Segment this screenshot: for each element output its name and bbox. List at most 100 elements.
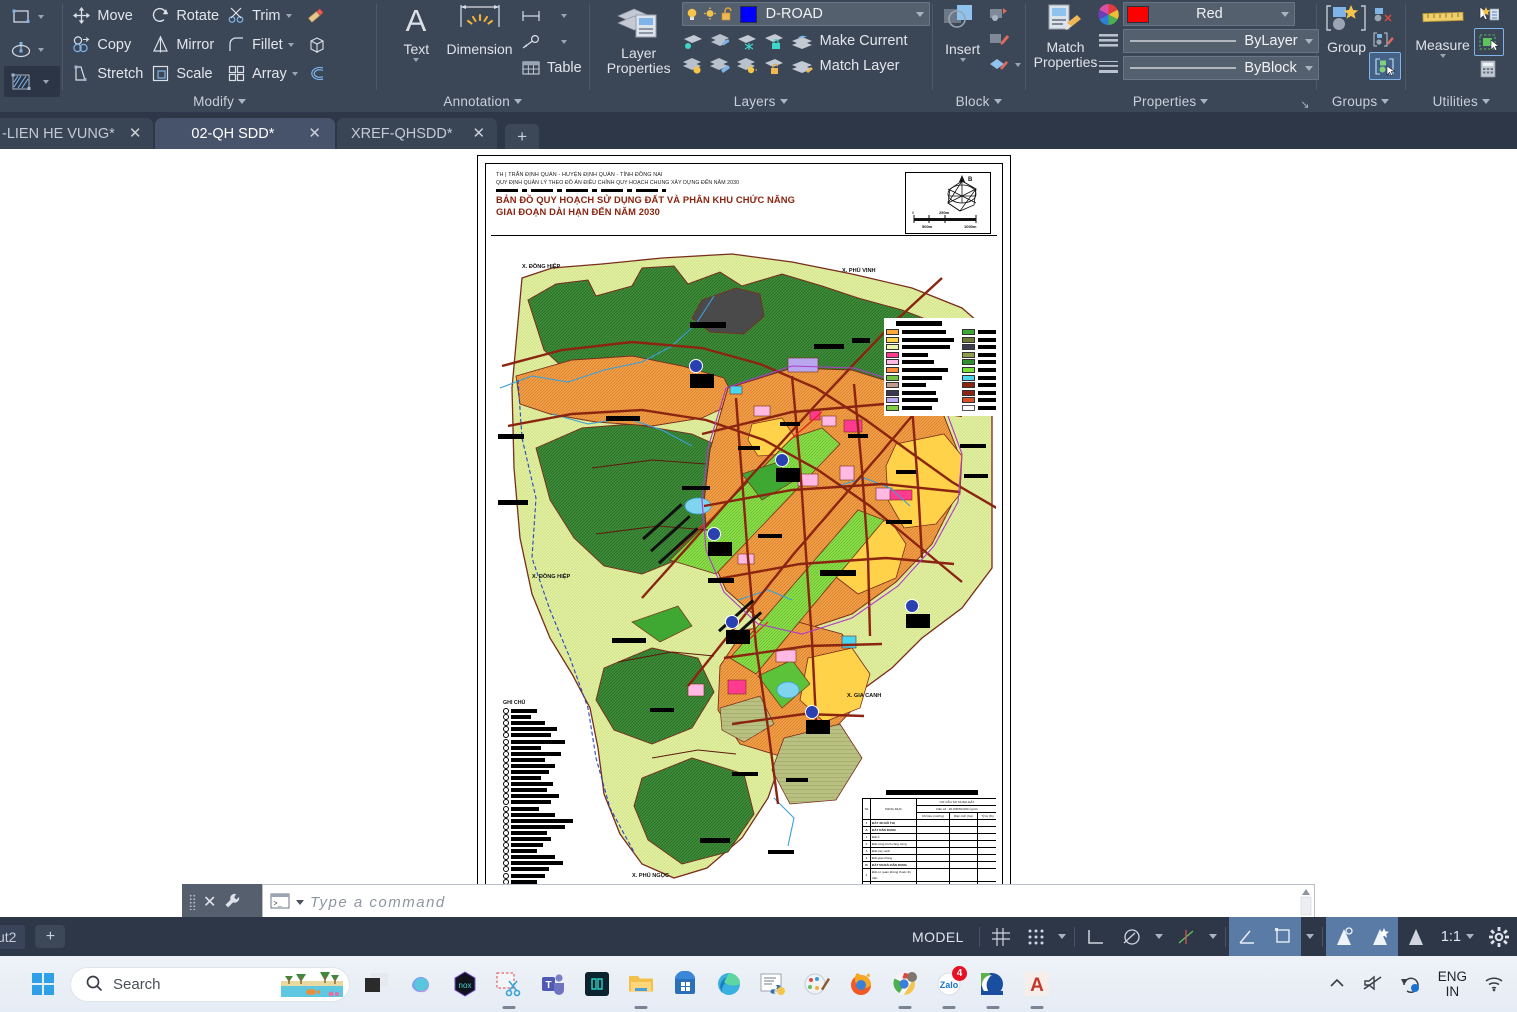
polar-settings-dropdown[interactable]	[1150, 917, 1168, 956]
chevron-down-icon[interactable]	[43, 79, 49, 84]
linetype-icon[interactable]	[1097, 30, 1119, 52]
layer-properties-button[interactable]: Layer Properties	[600, 1, 678, 76]
task-view-icon[interactable]	[360, 967, 394, 1001]
object-snap-toggle[interactable]	[1228, 917, 1265, 956]
object-color-dropdown[interactable]: Red	[1123, 2, 1296, 26]
chevron-down-icon[interactable]	[779, 99, 788, 104]
close-icon[interactable]: ✕	[203, 892, 216, 912]
define-attribute-button[interactable]	[985, 52, 1024, 77]
panel-title-groups[interactable]: Groups	[1321, 91, 1401, 112]
rectangle-tool[interactable]	[0, 0, 62, 33]
panel-title-utilities[interactable]: Utilities	[1410, 91, 1513, 112]
move-button[interactable]: Move	[67, 1, 146, 30]
new-layout-button[interactable]: +	[35, 925, 66, 948]
layer-color-swatch[interactable]	[739, 5, 757, 23]
make-current-label[interactable]: Make Current	[820, 33, 908, 49]
lineweight-dropdown[interactable]	[1301, 917, 1319, 956]
scale-button[interactable]: Scale	[146, 59, 222, 88]
chevron-down-icon[interactable]	[38, 14, 44, 19]
language-indicator[interactable]: ENG IN	[1438, 969, 1467, 999]
match-properties-button[interactable]: Match Properties	[1034, 1, 1097, 70]
erase-button[interactable]	[303, 1, 331, 30]
console-icon[interactable]: >_	[270, 893, 290, 912]
chevron-down-icon[interactable]	[1276, 11, 1294, 17]
trim-button[interactable]: Trim	[222, 1, 301, 30]
microsoft-teams-icon[interactable]: T	[536, 967, 570, 1001]
sync-icon[interactable]	[1400, 973, 1422, 996]
create-block-button[interactable]	[985, 2, 1024, 27]
layer-lock-icon[interactable]	[763, 30, 785, 52]
edit-block-button[interactable]	[985, 27, 1024, 52]
lineweight-toggle[interactable]	[1264, 917, 1301, 956]
table-button[interactable]: Table	[517, 55, 585, 81]
text-button[interactable]: A Text	[391, 1, 442, 62]
snipping-tool-icon[interactable]	[492, 967, 526, 1009]
microsoft-edge-icon[interactable]	[712, 967, 746, 1001]
microsoft-store-icon[interactable]	[668, 967, 702, 1001]
match-layer-icon[interactable]	[790, 55, 815, 77]
annotation-scale-toggle[interactable]	[1398, 917, 1434, 956]
dimension-button[interactable]: Dimension	[442, 1, 517, 56]
layer-unlock-icon[interactable]	[719, 3, 737, 25]
windows-start-icon[interactable]	[26, 967, 60, 1001]
layer-thaw-icon[interactable]	[701, 3, 719, 25]
panel-title-annotation[interactable]: Annotation	[381, 91, 585, 112]
command-line-grip[interactable]: ✕	[182, 884, 262, 920]
match-layer-label[interactable]: Match Layer	[820, 58, 900, 74]
linear-dimension-button[interactable]	[517, 3, 585, 29]
chevron-down-icon[interactable]	[993, 99, 1002, 104]
chrome-icon[interactable]	[888, 967, 922, 1009]
chevron-up-icon[interactable]	[1328, 976, 1346, 993]
layer-thaw-all-icon[interactable]	[709, 55, 731, 77]
nox-player-icon[interactable]: nox	[448, 967, 482, 1001]
insert-button[interactable]: Insert	[941, 1, 985, 62]
command-scrollbar[interactable]	[1300, 887, 1312, 917]
group-edit-button[interactable]	[1369, 27, 1401, 52]
app-icon[interactable]	[580, 967, 614, 1001]
panel-title-block[interactable]: Block	[937, 91, 1021, 112]
annotation-visibility-toggle[interactable]	[1325, 917, 1362, 956]
chevron-down-icon[interactable]	[1381, 99, 1390, 104]
chevron-down-icon[interactable]	[291, 71, 298, 76]
osnap-settings-dropdown[interactable]	[1204, 917, 1222, 956]
object-color-swatch[interactable]	[1127, 5, 1150, 23]
rotate-button[interactable]: Rotate	[146, 1, 222, 30]
copy-button[interactable]: Copy	[67, 30, 146, 59]
offset-button[interactable]	[303, 59, 331, 88]
object-snap-tracking-toggle[interactable]	[1168, 917, 1204, 956]
drawing-canvas[interactable]: TH | TRẤN ĐỊNH QUÁN - HUYỆN ĐỊNH QUÁN - …	[0, 149, 1517, 917]
grid-display-toggle[interactable]	[983, 917, 1019, 956]
copilot-icon[interactable]	[404, 967, 438, 1001]
zalo-icon[interactable]: Zalo 4	[932, 966, 967, 1009]
snap-mode-toggle[interactable]	[1019, 917, 1053, 956]
measure-button[interactable]: Measure	[1412, 1, 1474, 58]
drawing-tab-02-qh-sdd[interactable]: 02-QH SDD* ✕	[155, 118, 335, 149]
snap-settings-dropdown[interactable]	[1053, 917, 1071, 956]
array-button[interactable]: Array	[222, 59, 301, 88]
quick-select-button[interactable]	[1474, 2, 1504, 28]
chevron-down-icon[interactable]	[285, 13, 292, 18]
chevron-down-icon[interactable]	[1200, 99, 1209, 104]
chevron-down-icon[interactable]	[296, 899, 304, 905]
wrench-icon[interactable]	[223, 892, 241, 913]
group-button[interactable]: Group	[1325, 1, 1369, 54]
chevron-down-icon[interactable]	[1439, 54, 1446, 58]
chevron-down-icon[interactable]	[1481, 99, 1490, 104]
drawing-tab-xref-qhsdd[interactable]: XREF-QHSDD* ✕	[336, 118, 498, 149]
chevron-down-icon[interactable]	[911, 11, 929, 17]
make-current-icon[interactable]	[790, 30, 815, 52]
chevron-down-icon[interactable]	[561, 14, 568, 18]
layer-unisolate-icon[interactable]	[736, 55, 758, 77]
polar-tracking-toggle[interactable]	[1114, 917, 1150, 956]
paint-icon[interactable]	[800, 967, 834, 1001]
lineweight-dropdown[interactable]: ByBlock	[1123, 56, 1320, 80]
leader-button[interactable]	[517, 29, 585, 55]
model-space-button[interactable]: MODEL	[900, 917, 976, 956]
panel-title-modify[interactable]: Modify	[67, 91, 371, 112]
chevron-down-icon[interactable]	[1466, 934, 1474, 939]
search-input[interactable]: Search	[70, 966, 350, 1002]
layer-freeze-icon[interactable]	[709, 30, 731, 52]
close-icon[interactable]: ✕	[308, 126, 321, 141]
drag-handle-icon[interactable]	[189, 894, 196, 910]
ungroup-button[interactable]	[1369, 2, 1401, 27]
